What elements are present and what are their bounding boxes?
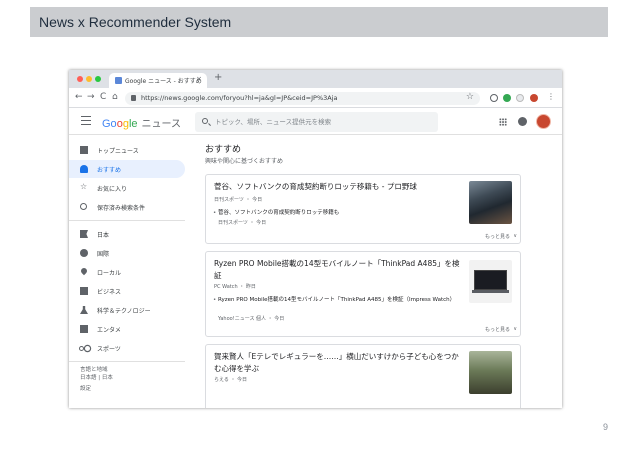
card-source[interactable]: PC Watch ・ 昨日 — [214, 283, 256, 290]
sidebar-item-for-you[interactable]: おすすめ — [69, 160, 185, 178]
sidebar: トップニュース おすすめ ☆ お気に入り 保存済み検索条件 日本 国際 ローカル — [69, 136, 189, 408]
back-button[interactable]: ← — [75, 91, 83, 103]
sidebar-item-label: トップニュース — [97, 148, 139, 155]
browser-tab[interactable]: Google ニュース - おすすめ × — [109, 73, 207, 88]
sidebar-item-label: お気に入り — [97, 186, 128, 193]
extension-icon[interactable] — [516, 94, 524, 102]
hamburger-menu-icon[interactable] — [81, 116, 91, 125]
sidebar-item-label: 日本 — [97, 232, 110, 239]
search-box[interactable] — [195, 112, 438, 132]
baseball-photo[interactable] — [469, 181, 512, 224]
new-tab-button[interactable]: + — [214, 73, 222, 83]
sidebar-item-label: スポーツ — [97, 346, 121, 353]
laptop-photo[interactable] — [469, 260, 512, 303]
sidebar-item-world[interactable]: 国際 — [69, 244, 185, 262]
card-headline[interactable]: 菅谷、ソフトバンクの育成契約断りロッテ移籍も - プロ野球 — [214, 181, 464, 193]
sidebar-item-top-news[interactable]: トップニュース — [69, 141, 185, 159]
more-coverage-link[interactable]: もっと見る — [485, 326, 510, 333]
google-news-header: Google ニュース — [69, 109, 562, 135]
sidebar-item-saved-searches[interactable]: 保存済み検索条件 — [69, 198, 185, 216]
related-source: Yahoo!ニュース 個人 ・ 今日 — [218, 316, 285, 322]
page-number: 9 — [602, 422, 608, 432]
more-coverage-link[interactable]: もっと見る — [485, 233, 510, 240]
film-icon — [80, 325, 88, 333]
sidebar-item-label: おすすめ — [97, 167, 122, 174]
top-news-icon — [80, 146, 88, 154]
lock-icon — [131, 95, 136, 101]
sidebar-item-japan[interactable]: 日本 — [69, 225, 185, 243]
info-extension-icon[interactable] — [490, 94, 498, 102]
location-pin-icon — [79, 266, 89, 276]
sidebar-item-favorites[interactable]: ☆ お気に入り — [69, 179, 185, 197]
home-button[interactable]: ⌂ — [112, 91, 118, 103]
minimize-window-button[interactable] — [86, 76, 92, 82]
profile-avatar[interactable] — [530, 94, 538, 102]
language-region-link[interactable]: 言語と地域 — [80, 365, 108, 373]
account-avatar[interactable] — [536, 114, 551, 129]
search-icon — [202, 118, 208, 124]
building-icon — [80, 287, 88, 295]
sidebar-item-label: ローカル — [97, 270, 122, 277]
related-source: 日刊スポーツ ・ 今日 — [218, 220, 267, 226]
star-icon: ☆ — [80, 182, 88, 191]
globe-icon — [80, 249, 88, 257]
sidebar-item-label: 科学＆テクノロジー — [97, 308, 151, 315]
reload-button[interactable]: C — [100, 91, 106, 103]
sidebar-item-label: エンタメ — [97, 327, 121, 334]
tab-bar: Google ニュース - おすすめ × + — [69, 70, 562, 88]
notification-icon[interactable] — [518, 117, 527, 126]
flag-icon — [80, 230, 88, 238]
flask-icon — [80, 306, 88, 314]
news-card[interactable]: Ryzen PRO Mobile搭載の14型モバイルノート「ThinkPad A… — [205, 251, 521, 337]
section-subtitle: 興味や関心に基づくおすすめ — [205, 158, 284, 165]
apps-grid-icon[interactable] — [499, 118, 507, 126]
address-bar[interactable]: https://news.google.com/foryou?hl=ja&gl=… — [125, 92, 480, 105]
tab-title: Google ニュース - おすすめ — [125, 78, 202, 85]
sidebar-item-label: 保存済み検索条件 — [97, 205, 146, 212]
search-input[interactable] — [215, 116, 430, 128]
close-window-button[interactable] — [77, 76, 83, 82]
news-card[interactable]: 賀来賢人「Eテレでレギュラーを……」横山だいすけから子ども心をつかむ心得を学ぶ … — [205, 344, 521, 408]
green-extension-icon[interactable] — [503, 94, 511, 102]
chevron-down-icon[interactable]: ∨ — [513, 326, 517, 332]
language-value[interactable]: 日本語 | 日本 — [80, 373, 113, 381]
section-title: おすすめ — [205, 145, 242, 155]
sidebar-item-science-tech[interactable]: 科学＆テクノロジー — [69, 301, 185, 319]
settings-link[interactable]: 設定 — [80, 384, 91, 392]
slide-title: News x Recommender System — [39, 14, 232, 30]
favicon-icon — [115, 77, 122, 84]
person-icon — [80, 165, 88, 173]
sidebar-item-label: 国際 — [97, 251, 110, 258]
bookmark-star-icon[interactable]: ☆ — [466, 92, 474, 102]
related-article[interactable]: Ryzen PRO Mobile搭載の14型モバイルノート「ThinkPad A… — [213, 296, 455, 304]
people-photo[interactable] — [469, 351, 512, 394]
browser-toolbar: ← → C ⌂ https://news.google.com/foryou?h… — [69, 88, 562, 108]
news-card[interactable]: 菅谷、ソフトバンクの育成契約断りロッテ移籍も - プロ野球 日刊スポーツ ・ 今… — [205, 174, 521, 244]
forward-button[interactable]: → — [87, 91, 95, 103]
related-article[interactable]: 菅谷、ソフトバンクの育成契約断りロッテ移籍も — [213, 209, 458, 217]
card-headline[interactable]: Ryzen PRO Mobile搭載の14型モバイルノート「ThinkPad A… — [214, 258, 466, 282]
sidebar-item-local[interactable]: ローカル — [69, 263, 185, 281]
close-tab-icon[interactable]: × — [196, 75, 202, 83]
sidebar-item-sports[interactable]: スポーツ — [69, 339, 185, 357]
bike-icon — [79, 346, 84, 351]
sidebar-divider — [69, 220, 185, 221]
card-headline[interactable]: 賀来賢人「Eテレでレギュラーを……」横山だいすけから子ども心をつかむ心得を学ぶ — [214, 351, 466, 375]
card-source[interactable]: らえる ・ 今日 — [214, 376, 247, 383]
sidebar-item-entertainment[interactable]: エンタメ — [69, 320, 185, 338]
laptop-base — [472, 290, 509, 293]
maximize-window-button[interactable] — [95, 76, 101, 82]
search-icon — [80, 203, 87, 210]
sidebar-item-business[interactable]: ビジネス — [69, 282, 185, 300]
chevron-down-icon[interactable]: ∨ — [513, 233, 517, 239]
google-news-logo[interactable]: Google ニュース — [102, 115, 181, 130]
menu-kebab-icon[interactable]: ⋮ — [547, 91, 555, 103]
browser-window: Google ニュース - おすすめ × + ← → C ⌂ https://n… — [69, 70, 562, 408]
sidebar-divider — [69, 361, 185, 362]
laptop-screen — [474, 270, 507, 290]
url-text: https://news.google.com/foryou?hl=ja&gl=… — [141, 94, 338, 102]
sidebar-item-label: ビジネス — [97, 289, 122, 296]
card-source[interactable]: 日刊スポーツ ・ 今日 — [214, 196, 262, 203]
